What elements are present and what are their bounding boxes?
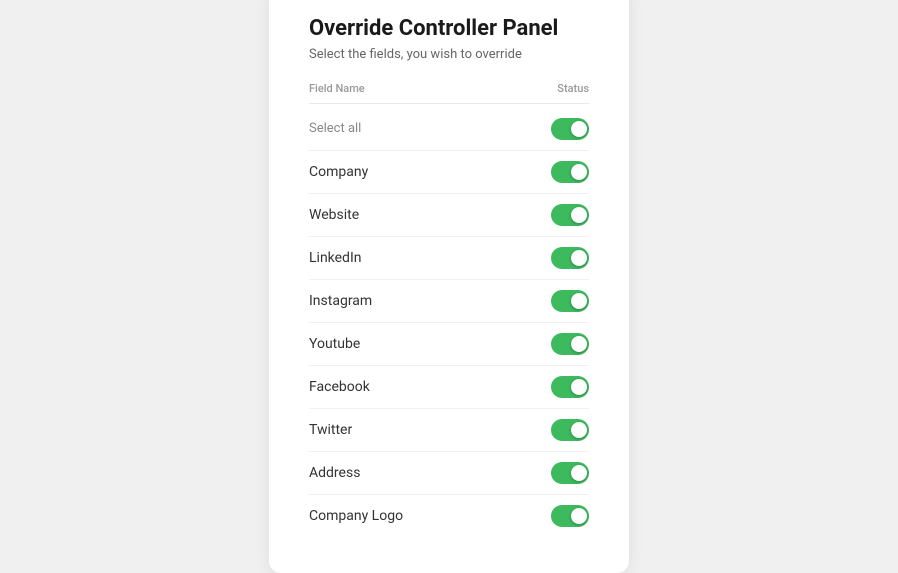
toggle-thumb-instagram xyxy=(571,293,587,309)
toggle-thumb-twitter xyxy=(571,422,587,438)
field-label-facebook: Facebook xyxy=(309,379,370,395)
field-label-linkedin: LinkedIn xyxy=(309,250,362,266)
field-label-address: Address xyxy=(309,465,360,481)
toggle-thumb-website xyxy=(571,207,587,223)
panel-subtitle: Select the fields, you wish to override xyxy=(309,47,589,62)
panel-title: Override Controller Panel xyxy=(309,16,589,41)
field-row-company-logo: Company Logo xyxy=(309,495,589,537)
toggle-address[interactable] xyxy=(551,462,589,484)
column-field-name-label: Field Name xyxy=(309,82,365,95)
column-headers: Field Name Status xyxy=(309,82,589,104)
toggle-thumb-select-all xyxy=(571,121,587,137)
field-label-company-logo: Company Logo xyxy=(309,508,403,524)
column-status-label: Status xyxy=(557,82,589,95)
toggle-twitter[interactable] xyxy=(551,419,589,441)
field-row-twitter: Twitter xyxy=(309,409,589,452)
field-row-select-all: Select all xyxy=(309,108,589,151)
toggle-thumb-company-logo xyxy=(571,508,587,524)
toggle-company[interactable] xyxy=(551,161,589,183)
field-row-address: Address xyxy=(309,452,589,495)
field-row-linkedin: LinkedIn xyxy=(309,237,589,280)
field-row-website: Website xyxy=(309,194,589,237)
toggle-youtube[interactable] xyxy=(551,333,589,355)
toggle-thumb-linkedin xyxy=(571,250,587,266)
toggle-thumb-youtube xyxy=(571,336,587,352)
toggle-select-all[interactable] xyxy=(551,118,589,140)
toggle-instagram[interactable] xyxy=(551,290,589,312)
field-label-twitter: Twitter xyxy=(309,422,352,438)
toggle-facebook[interactable] xyxy=(551,376,589,398)
toggle-thumb-company xyxy=(571,164,587,180)
field-label-company: Company xyxy=(309,164,368,180)
field-label-select-all: Select all xyxy=(309,121,361,136)
field-rows-container: Select all Company Website LinkedIn Instagra… xyxy=(309,108,589,537)
field-label-website: Website xyxy=(309,207,359,223)
field-label-youtube: Youtube xyxy=(309,336,360,352)
field-row-youtube: Youtube xyxy=(309,323,589,366)
toggle-thumb-address xyxy=(571,465,587,481)
toggle-website[interactable] xyxy=(551,204,589,226)
toggle-thumb-facebook xyxy=(571,379,587,395)
field-label-instagram: Instagram xyxy=(309,293,372,309)
field-row-company: Company xyxy=(309,151,589,194)
field-row-instagram: Instagram xyxy=(309,280,589,323)
toggle-linkedin[interactable] xyxy=(551,247,589,269)
toggle-company-logo[interactable] xyxy=(551,505,589,527)
field-row-facebook: Facebook xyxy=(309,366,589,409)
override-controller-panel: Override Controller Panel Select the fie… xyxy=(269,0,629,573)
